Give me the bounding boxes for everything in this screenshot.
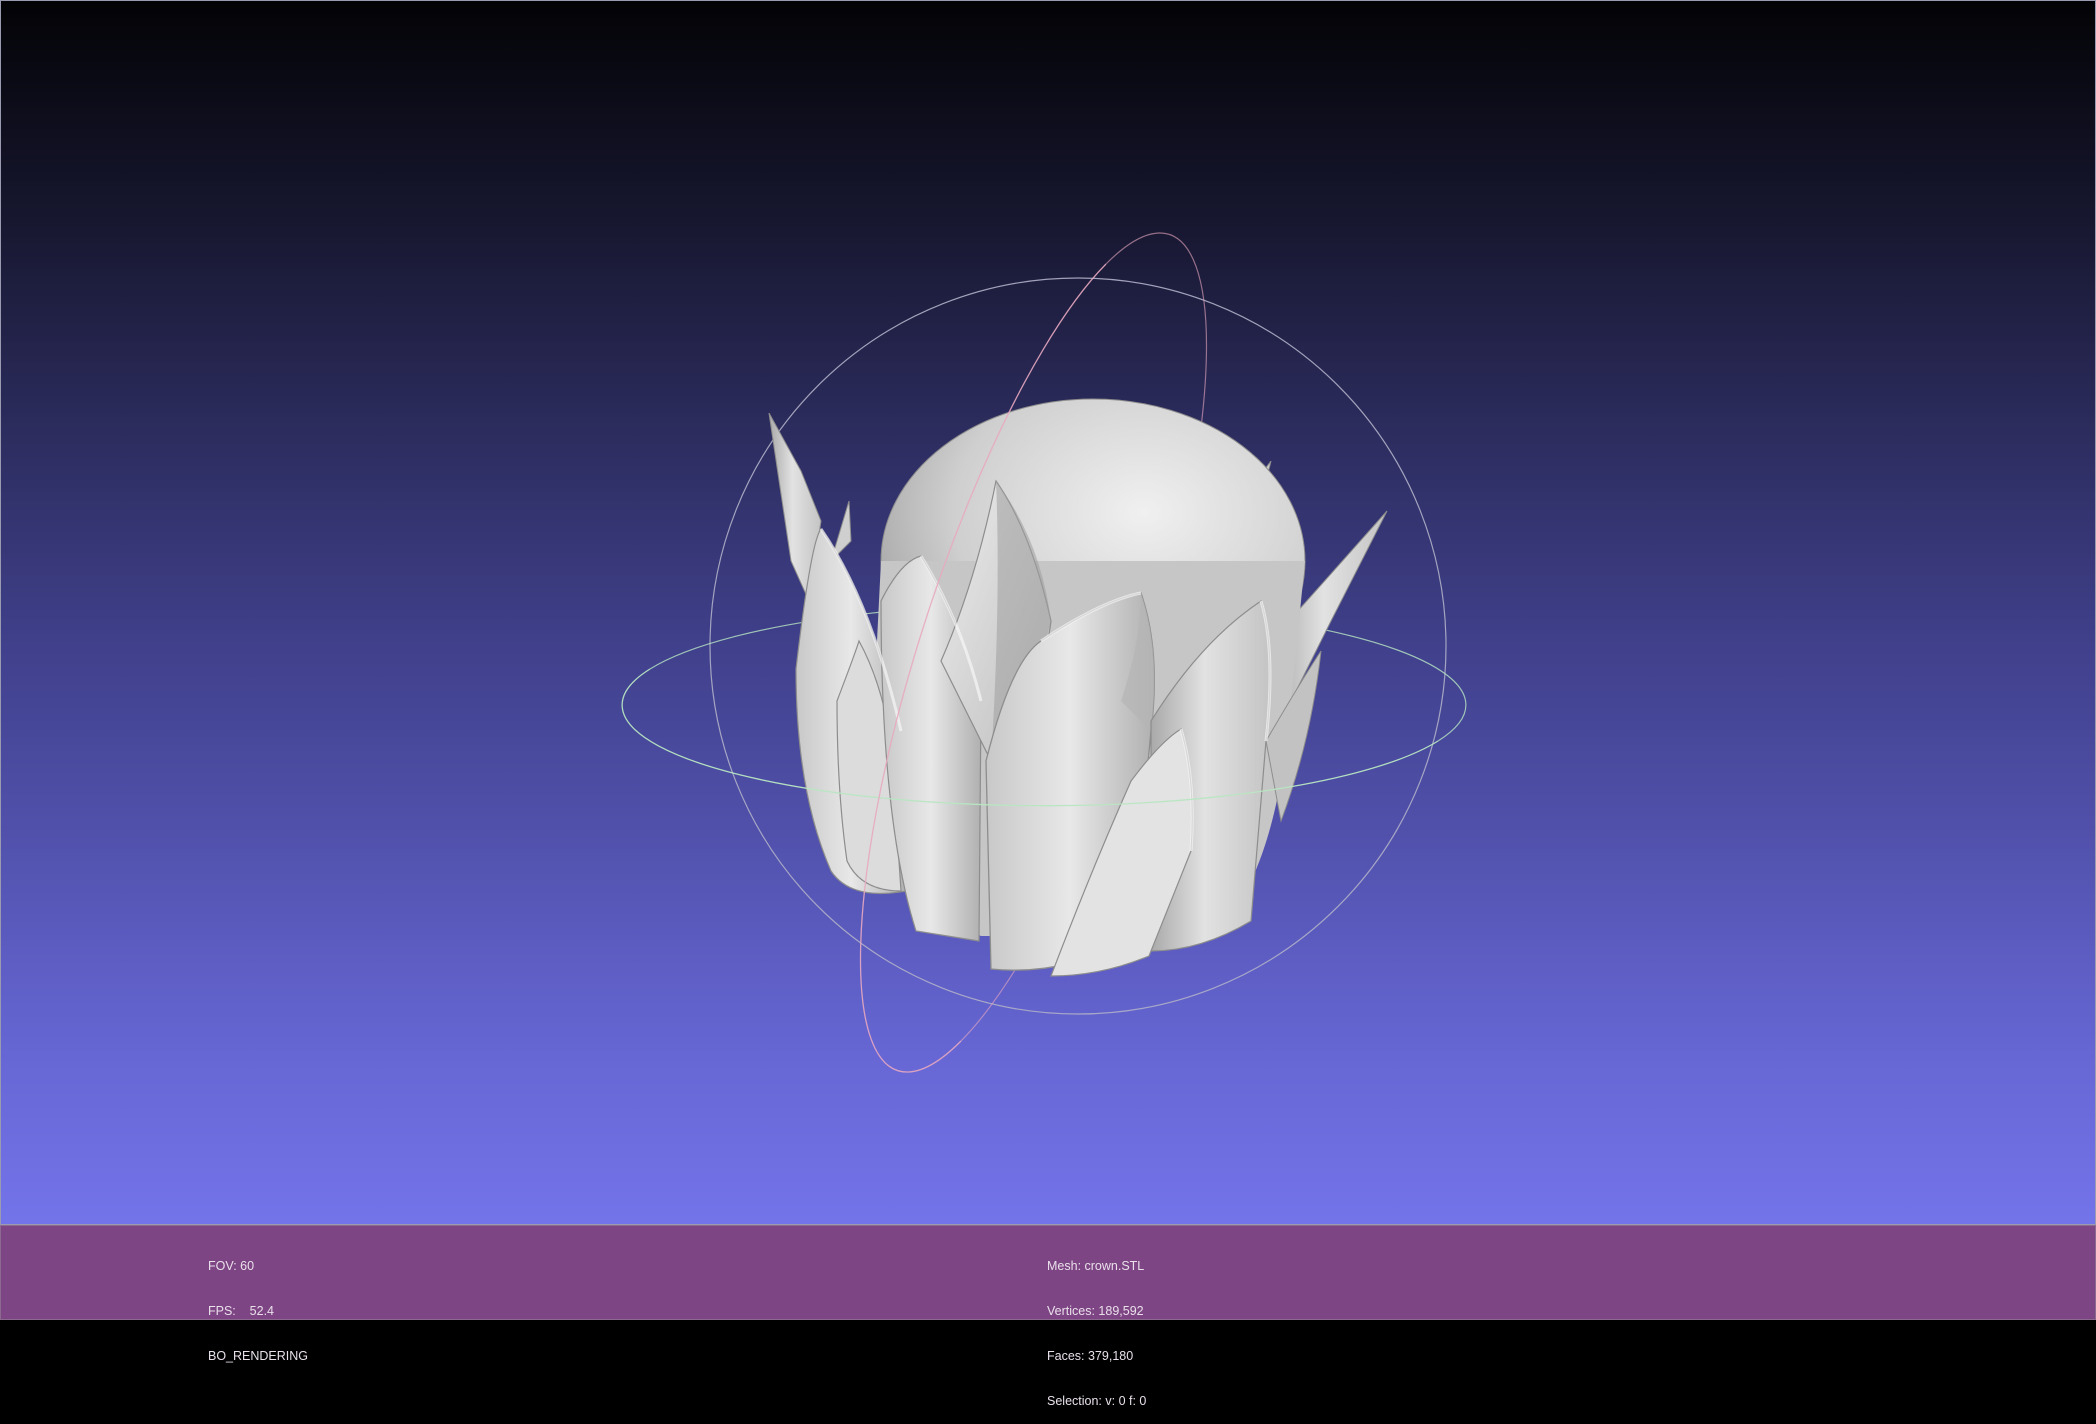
selection-label: Selection: v: 0 f: 0 (1047, 1394, 1147, 1408)
mesh-info: Mesh: crown.STL Vertices: 189,592 Faces:… (1047, 1229, 1146, 1424)
fov-label: FOV: 60 (208, 1259, 255, 1273)
crown-mesh (768, 398, 1388, 977)
mesh-canvas[interactable] (1, 1, 2096, 1226)
faces-label: Faces: 379,180 (1047, 1349, 1134, 1363)
fps-label: FPS: 52.4 (208, 1304, 275, 1318)
mesh-name-label: Mesh: crown.STL (1047, 1259, 1145, 1273)
render-info: FOV: 60 FPS: 52.4 BO_RENDERING (208, 1229, 308, 1379)
render-mode-label: BO_RENDERING (208, 1349, 309, 1363)
vertices-label: Vertices: 189,592 (1047, 1304, 1144, 1318)
3d-viewport[interactable] (0, 0, 2096, 1225)
